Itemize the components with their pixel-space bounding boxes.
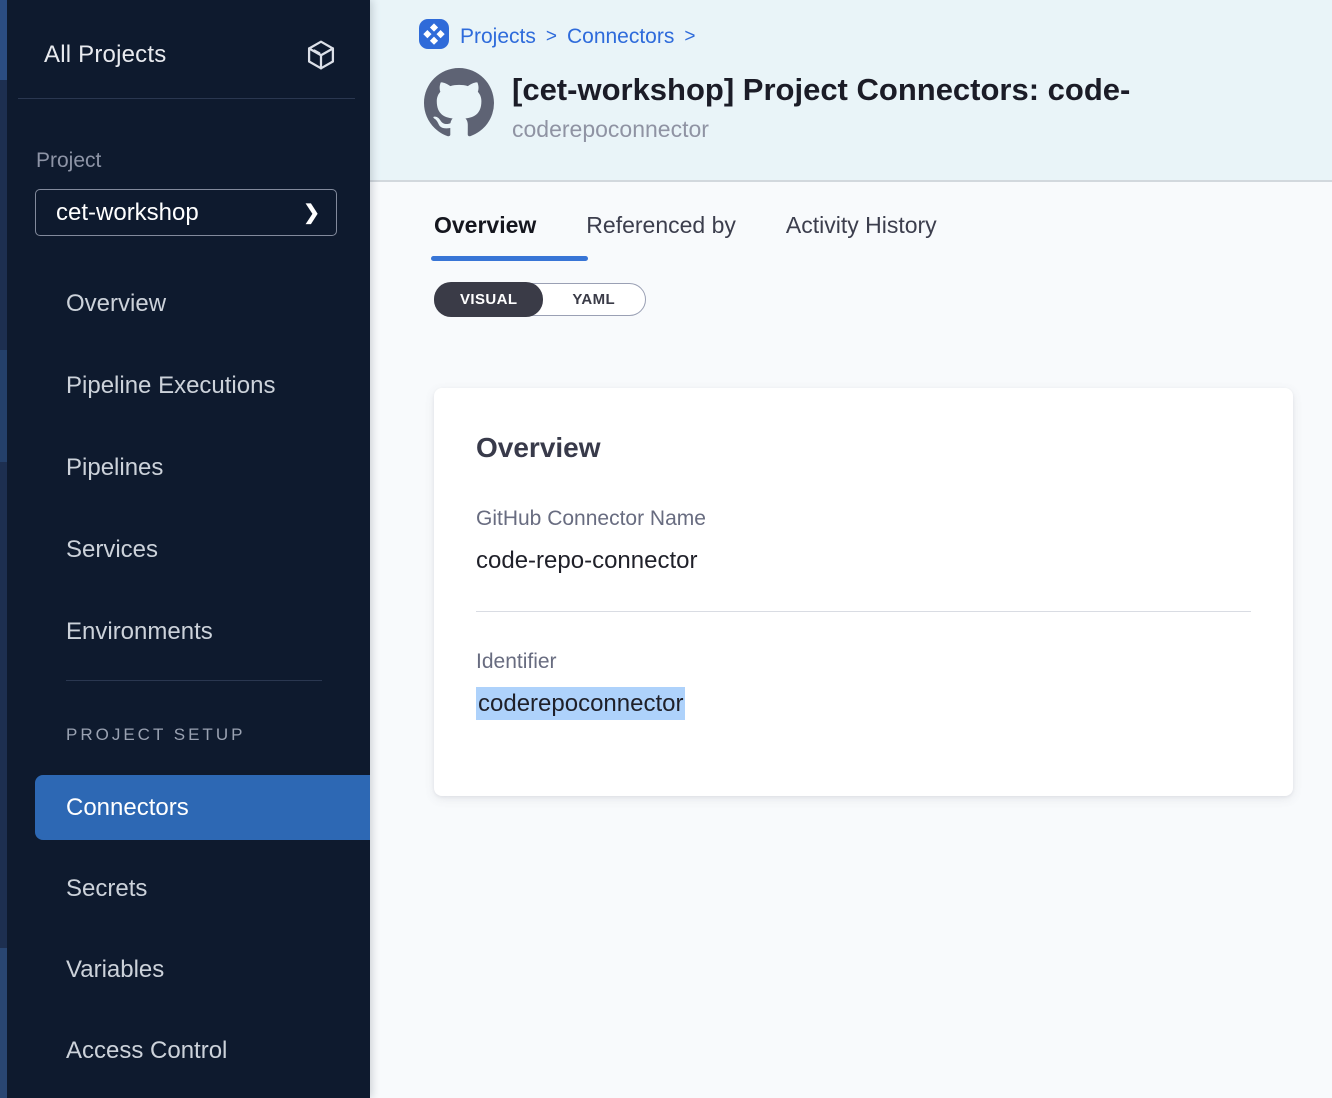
sidebar-nav-list: Overview Pipeline Executions Pipelines S… xyxy=(0,290,370,645)
project-selector[interactable]: cet-workshop ❯ xyxy=(35,189,337,236)
sidebar-item-pipeline-executions[interactable]: Pipeline Executions xyxy=(0,372,370,399)
breadcrumb: Projects > Connectors > xyxy=(418,0,1332,56)
sidebar-setup-list: Connectors Secrets Variables Access Cont… xyxy=(0,775,370,1083)
projects-diamond-icon xyxy=(418,18,450,56)
sidebar-item-secrets[interactable]: Secrets xyxy=(35,856,370,921)
package-cube-icon[interactable] xyxy=(304,38,338,72)
content-area: Overview Referenced by Activity History … xyxy=(370,182,1332,1098)
tab-activity-history[interactable]: Activity History xyxy=(786,211,937,239)
tab-bar: Overview Referenced by Activity History xyxy=(434,182,1332,239)
sidebar-item-pipelines[interactable]: Pipelines xyxy=(0,454,370,481)
breadcrumb-separator: > xyxy=(684,26,695,48)
project-selector-value: cet-workshop xyxy=(56,199,199,227)
sidebar-item-overview[interactable]: Overview xyxy=(0,290,370,317)
tab-referenced-by[interactable]: Referenced by xyxy=(586,211,736,239)
card-heading: Overview xyxy=(476,432,1251,464)
sidebar-divider-top xyxy=(18,98,355,99)
nav-rail-segment-bottom xyxy=(0,948,7,1098)
sidebar-divider-setup xyxy=(66,680,322,681)
all-projects-label[interactable]: All Projects xyxy=(44,41,166,69)
breadcrumb-projects[interactable]: Projects xyxy=(460,25,536,49)
field-divider xyxy=(476,611,1251,612)
tab-overview[interactable]: Overview xyxy=(434,211,536,239)
project-section-label: Project xyxy=(36,149,370,173)
github-icon xyxy=(424,68,494,138)
chevron-right-icon: ❯ xyxy=(303,200,320,225)
sidebar-item-connectors[interactable]: Connectors xyxy=(35,775,370,840)
page-header: Projects > Connectors > [cet-workshop] P… xyxy=(370,0,1332,182)
breadcrumb-separator: > xyxy=(546,26,557,48)
selected-text: coderepoconnector xyxy=(476,687,685,720)
visual-yaml-toggle: VISUAL YAML xyxy=(434,283,646,316)
breadcrumb-connectors[interactable]: Connectors xyxy=(567,25,674,49)
sidebar-item-environments[interactable]: Environments xyxy=(0,618,370,645)
sidebar-item-access-control[interactable]: Access Control xyxy=(35,1018,370,1083)
overview-card: Overview GitHub Connector Name code-repo… xyxy=(434,388,1293,796)
field-value-connector-name: code-repo-connector xyxy=(476,547,1251,575)
project-setup-heading: PROJECT SETUP xyxy=(66,725,370,745)
nav-rail-segment-top xyxy=(0,0,7,80)
page-title: [cet-workshop] Project Connectors: code- xyxy=(512,68,1332,108)
nav-rail xyxy=(0,0,7,1098)
sidebar-item-variables[interactable]: Variables xyxy=(35,937,370,1002)
page-subtitle: coderepoconnector xyxy=(512,116,1332,143)
field-label-identifier: Identifier xyxy=(476,650,1251,674)
sidebar: All Projects Project cet-workshop ❯ Over… xyxy=(0,0,370,1098)
toggle-visual[interactable]: VISUAL xyxy=(434,282,543,317)
toggle-yaml[interactable]: YAML xyxy=(542,291,645,308)
field-value-identifier: coderepoconnector xyxy=(476,690,1251,718)
nav-rail-segment-mid xyxy=(0,350,7,462)
field-label-connector-name: GitHub Connector Name xyxy=(476,507,1251,531)
main-area: Projects > Connectors > [cet-workshop] P… xyxy=(370,0,1332,1098)
sidebar-item-services[interactable]: Services xyxy=(0,536,370,563)
